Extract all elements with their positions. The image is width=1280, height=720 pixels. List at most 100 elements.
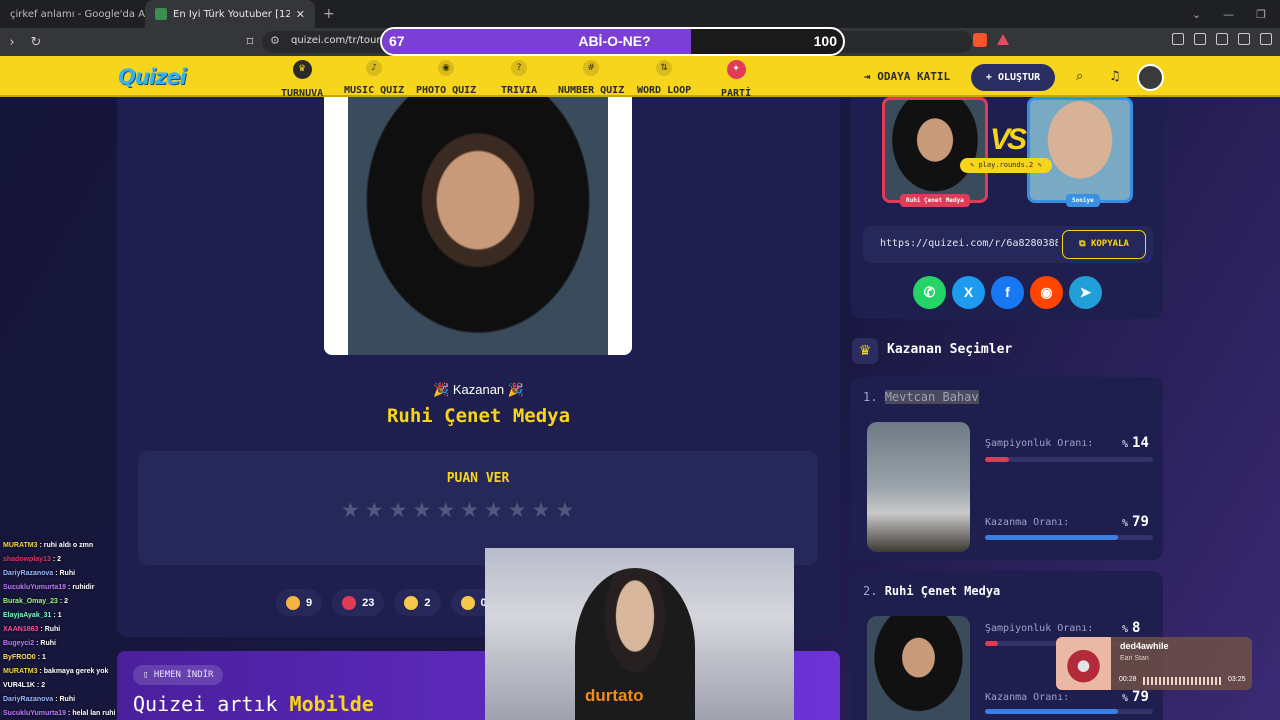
chat-message: VUR4L1K: 2	[3, 679, 143, 693]
tab-title: çirkef anlamı - Google'da Ara	[10, 8, 145, 20]
browser-tab-active[interactable]: En İyi Türk Youtuber [128] - Tier ✕	[145, 0, 315, 28]
chevron-down-icon[interactable]: ⌄	[1192, 8, 1201, 21]
chat-username[interactable]: shadowplay13	[3, 556, 51, 563]
chat-username[interactable]: Bugeyci2	[3, 640, 34, 647]
reaction-button[interactable]: 9	[276, 589, 323, 616]
chat-username[interactable]: VUR4L1K	[3, 682, 35, 689]
rating-title: PUAN VER	[446, 471, 510, 486]
x-icon[interactable]: X	[952, 276, 985, 309]
trophy-icon: ♛	[852, 338, 878, 364]
nav-trivia[interactable]: ? TRIVIA	[501, 60, 537, 97]
star-icon[interactable]: ★	[389, 498, 408, 522]
stream-chat: MURATM3: ruhi aldı o zmn shadowplay13: 2D…	[3, 539, 143, 720]
new-tab-button[interactable]: +	[315, 6, 343, 22]
star-icon[interactable]: ★	[341, 498, 360, 522]
winner-name: Ruhi Çenet Medya	[386, 405, 571, 427]
chat-text: helal lan ruhi	[72, 710, 116, 717]
facebook-icon[interactable]: f	[991, 276, 1024, 309]
chat-username[interactable]: DariyRazanova	[3, 570, 53, 577]
track-elapsed: 00:28	[1119, 676, 1137, 683]
nav-label: PHOTO QUIZ	[416, 85, 477, 96]
reload-icon[interactable]: ↻	[24, 35, 48, 50]
matchup-left-name: Ruhi Çenet Medya	[900, 194, 970, 207]
avatar[interactable]	[1137, 64, 1164, 91]
share-link[interactable]: https://quizei.com/r/6a8280388	[880, 238, 1058, 249]
bell-icon[interactable]: ♫	[1109, 69, 1121, 84]
star-icon[interactable]: ★	[365, 498, 384, 522]
chat-message: Bugeyci2: Ruhi	[3, 637, 143, 651]
download-now-pill[interactable]: ▯ HEMEN İNDİR	[133, 665, 224, 685]
copy-button[interactable]: ⧉ KOPYALA	[1062, 230, 1146, 259]
reaction-button[interactable]: 23	[332, 589, 385, 616]
download-icon[interactable]	[1238, 33, 1250, 45]
forward-icon[interactable]: ›	[0, 35, 24, 50]
browser-tab-bar: çirkef anlamı - Google'da Ara En İyi Tür…	[0, 0, 1280, 28]
reaction-count: 2	[424, 596, 431, 609]
site-info-icon[interactable]: ⚙	[270, 34, 280, 47]
star-icon[interactable]: ★	[436, 498, 455, 522]
search-icon[interactable]: ⌕	[1076, 69, 1083, 84]
nav-turnuva[interactable]: ♛ TURNUVA	[281, 60, 323, 100]
rounds-label: play.rounds.2	[978, 161, 1034, 169]
track-duration: 03:25	[1228, 676, 1246, 683]
sidebar-icon[interactable]	[1194, 33, 1206, 45]
browser-tab-google[interactable]: çirkef anlamı - Google'da Ara	[0, 0, 145, 28]
whatsapp-icon[interactable]: ✆	[913, 276, 946, 309]
chat-username[interactable]: SucukluYumurta19	[3, 710, 66, 717]
nav-photo-quiz[interactable]: ◉ PHOTO QUIZ	[416, 60, 476, 97]
star-icon[interactable]: ★	[532, 498, 551, 522]
star-icon[interactable]: ★	[484, 498, 503, 522]
chat-text: Ruhi	[59, 696, 76, 703]
extension-icons	[1172, 33, 1272, 45]
minimize-icon[interactable]: —	[1223, 8, 1234, 21]
restore-icon[interactable]: ❐	[1256, 8, 1266, 21]
win-rate-label: Kazanma Oranı:	[985, 692, 1070, 703]
nav-word-loop[interactable]: ⇅ WORD LOOP	[637, 60, 691, 97]
star-icon[interactable]: ★	[460, 498, 479, 522]
reaction-button[interactable]: 2	[394, 589, 441, 616]
chat-username[interactable]: ByFROD0	[3, 654, 36, 661]
heart-icon	[342, 595, 357, 610]
tab-close-icon[interactable]: ✕	[296, 8, 305, 21]
choice-image	[867, 422, 970, 552]
hash-icon: #	[583, 60, 600, 76]
brave-shield-icon[interactable]	[973, 33, 987, 47]
chat-username[interactable]: XAAN1863	[3, 626, 38, 633]
chat-username[interactable]: Burak_Omay_23	[3, 598, 58, 605]
create-button[interactable]: + OLUŞTUR	[971, 64, 1055, 91]
copy-label: KOPYALA	[1090, 239, 1129, 249]
music-note-icon: ♪	[366, 60, 383, 76]
reddit-icon[interactable]: ◉	[1030, 276, 1063, 309]
nav-music-quiz[interactable]: ♪ MUSIC QUIZ	[344, 60, 404, 97]
extensions-icon[interactable]	[1172, 33, 1184, 45]
address-url[interactable]: quizei.com/tr/tourna	[291, 35, 383, 46]
winner-label-text: Kazanan	[452, 382, 505, 397]
chat-message: MURATM3: ruhi aldı o zmn	[3, 539, 143, 553]
quizei-logo[interactable]: Quizei	[118, 65, 187, 89]
nav-parti[interactable]: ✦ PARTİ	[721, 60, 751, 100]
win-rate-fill	[985, 709, 1118, 714]
star-icon[interactable]: ★	[508, 498, 527, 522]
choice-rank: 1.	[863, 390, 878, 404]
chat-username[interactable]: MURATM3	[3, 542, 37, 549]
star-icon[interactable]: ★	[555, 498, 574, 522]
chat-username[interactable]: SucukluYumurta19	[3, 584, 66, 591]
chat-username[interactable]: DariyRazanova	[3, 696, 53, 703]
chat-username[interactable]: MURATM3	[3, 668, 37, 675]
menu-icon[interactable]	[1260, 33, 1272, 45]
bookmark-icon[interactable]: ⌑	[238, 35, 262, 50]
choice-title: 1. Mevtcan Bahav	[863, 390, 979, 404]
chat-text: Ruhi	[44, 626, 61, 633]
telegram-icon[interactable]: ➤	[1069, 276, 1102, 309]
join-room-button[interactable]: ⇥ ODAYA KATIL	[864, 70, 950, 83]
nav-number-quiz[interactable]: # NUMBER QUIZ	[558, 60, 624, 97]
champ-rate-value: % 14	[1122, 435, 1149, 451]
vote-label: ABİ-O-NE?	[578, 33, 651, 49]
matchup-left-image	[882, 97, 988, 203]
track-artist: Eari Stan	[1120, 655, 1149, 662]
chat-username[interactable]: ElayjaAyak_31	[3, 612, 51, 619]
champ-rate-label: Şampiyonluk Oranı:	[985, 623, 1094, 634]
brave-rewards-icon[interactable]	[997, 34, 1009, 45]
wallet-icon[interactable]	[1216, 33, 1228, 45]
star-icon[interactable]: ★	[412, 498, 431, 522]
